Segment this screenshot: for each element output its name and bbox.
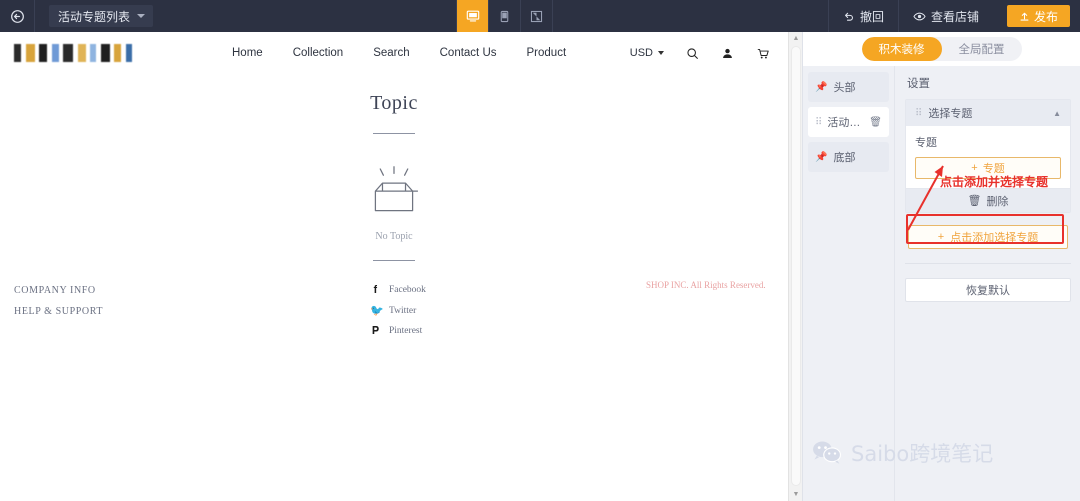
field-label-topic: 专题	[915, 137, 937, 149]
social-label: Twitter	[389, 305, 417, 316]
module-item-header[interactable]: 📌 头部	[808, 72, 889, 102]
upload-icon	[1020, 12, 1029, 21]
nav-item-collection[interactable]: Collection	[293, 47, 344, 59]
scrollbar-thumb[interactable]	[791, 46, 801, 486]
shop-logo[interactable]	[14, 44, 132, 62]
drag-handle-icon[interactable]: ⠿	[915, 108, 922, 119]
twitter-icon: 🐦	[370, 304, 384, 317]
divider	[905, 263, 1071, 264]
mobile-view-icon[interactable]	[489, 0, 520, 32]
undo-icon	[844, 12, 853, 21]
module-label: 头部	[833, 82, 856, 94]
card-header-label: 选择专题	[928, 108, 973, 120]
editor-panel: 积木装修 全局配置 📌 头部 ⠿ 活动专... 🗑 📌 底部	[802, 32, 1080, 501]
publish-button[interactable]: 发布	[1006, 5, 1070, 27]
eye-icon	[913, 12, 926, 20]
add-topic-outer-wrap: + 点击添加选择专题	[905, 222, 1071, 252]
toolbar-actions: 撤回 查看店铺 发布	[827, 0, 1080, 32]
cart-icon[interactable]	[756, 47, 770, 60]
module-list: 📌 头部 ⠿ 活动专... 🗑 📌 底部	[803, 66, 895, 501]
social-label: Facebook	[389, 285, 426, 295]
pin-icon: 📌	[815, 151, 828, 163]
nav-item-search[interactable]: Search	[373, 47, 409, 59]
delete-module-button[interactable]: 🗑 删除	[906, 188, 1070, 212]
delete-icon[interactable]: 🗑	[869, 117, 882, 128]
tab-builder[interactable]: 积木装修	[861, 37, 942, 61]
plus-icon: +	[937, 231, 945, 243]
divider	[373, 260, 415, 261]
top-toolbar: 活动专题列表 撤回 查看店铺 发布	[0, 0, 1080, 32]
device-switcher	[456, 0, 553, 32]
social-link-facebook[interactable]: 𝐟 Facebook	[370, 280, 426, 301]
module-label: 底部	[833, 152, 856, 164]
copyright-text: SHOP INC. All Rights Reserved.	[646, 280, 766, 290]
nav-item-home[interactable]: Home	[232, 47, 263, 59]
social-label: Pinterest	[389, 326, 423, 336]
add-topic-label: 专题	[982, 163, 1005, 175]
topic-settings-card: ⠿ 选择专题 ▲ 专题 + 专题 🗑 删除	[905, 99, 1071, 213]
chevron-up-icon[interactable]: ▲	[1053, 109, 1061, 118]
editor-root: 活动专题列表 撤回 查看店铺 发布 Home Collection Search…	[0, 0, 1080, 501]
trash-icon: 🗑	[967, 195, 982, 207]
pin-icon: 📌	[815, 81, 828, 93]
divider	[373, 133, 415, 134]
storefront-nav: Home Collection Search Contact Us Produc…	[0, 32, 788, 74]
pinterest-icon: 𝐏	[371, 325, 380, 337]
preview-scrollbar[interactable]: ▲ ▼	[788, 32, 802, 501]
settings-pane: 设置 ⠿ 选择专题 ▲ 专题 + 专题 �	[895, 66, 1080, 501]
module-label: 活动专...	[827, 117, 864, 129]
add-select-topic-label: 点击添加选择专题	[950, 232, 1039, 244]
restore-default-button[interactable]: 恢复默认	[905, 278, 1071, 302]
fullscreen-icon[interactable]	[521, 0, 552, 32]
footer-links: COMPANY INFO HELP & SUPPORT	[14, 280, 103, 322]
tab-global-config[interactable]: 全局配置	[942, 37, 1022, 61]
footer-link-company-info[interactable]: COMPANY INFO	[14, 280, 103, 301]
card-header[interactable]: ⠿ 选择专题 ▲	[906, 100, 1070, 126]
topic-section: Topic No Topic	[0, 74, 788, 261]
empty-box-icon	[374, 166, 418, 212]
toolbar-divider	[552, 0, 553, 32]
chevron-down-icon	[658, 51, 664, 55]
card-body: 专题 + 专题	[906, 126, 1070, 188]
social-link-pinterest[interactable]: 𝐏 Pinterest	[370, 321, 426, 342]
currency-selector[interactable]: USD	[630, 47, 664, 59]
delete-module-label: 删除	[986, 195, 1009, 208]
back-arrow-icon[interactable]	[0, 0, 34, 32]
nav-item-contact-us[interactable]: Contact Us	[440, 47, 497, 59]
footer-link-help-support[interactable]: HELP & SUPPORT	[14, 301, 103, 322]
panel-tabs: 积木装修 全局配置	[803, 32, 1080, 66]
social-link-twitter[interactable]: 🐦 Twitter	[370, 301, 426, 322]
page-title: Topic	[370, 92, 418, 114]
drag-handle-icon[interactable]: ⠿	[815, 117, 822, 128]
settings-title: 设置	[907, 78, 930, 90]
chevron-down-icon	[137, 14, 146, 18]
preview-store-button[interactable]: 查看店铺	[897, 0, 993, 32]
desktop-view-icon[interactable]	[457, 0, 488, 32]
page-selector[interactable]: 活动专题列表	[49, 5, 154, 27]
undo-label: 撤回	[859, 9, 884, 24]
plus-icon: +	[971, 162, 978, 174]
storefront-tools: USD	[630, 32, 770, 74]
add-select-topic-button[interactable]: + 点击添加选择专题	[908, 225, 1068, 249]
scroll-down-arrow-icon[interactable]: ▼	[789, 488, 803, 501]
toolbar-divider	[34, 0, 35, 32]
module-item-footer[interactable]: 📌 底部	[808, 142, 889, 172]
account-icon[interactable]	[721, 47, 734, 60]
add-topic-button[interactable]: + 专题	[915, 157, 1061, 179]
store-preview: Home Collection Search Contact Us Produc…	[0, 32, 788, 501]
nav-item-product[interactable]: Product	[527, 47, 567, 59]
page-selector-label: 活动专题列表	[58, 9, 131, 24]
footer-social-links: 𝐟 Facebook 🐦 Twitter 𝐏 Pinterest	[370, 280, 426, 342]
scroll-up-arrow-icon[interactable]: ▲	[789, 32, 803, 45]
search-icon[interactable]	[686, 47, 699, 60]
module-item-topic[interactable]: ⠿ 活动专... 🗑	[808, 107, 889, 137]
currency-label: USD	[629, 47, 653, 59]
storefront-menu: Home Collection Search Contact Us Produc…	[232, 32, 566, 74]
undo-button[interactable]: 撤回	[827, 0, 898, 32]
empty-state-label: No Topic	[375, 231, 413, 242]
facebook-icon: 𝐟	[373, 284, 378, 296]
panel-body: 📌 头部 ⠿ 活动专... 🗑 📌 底部 设置 ⠿	[803, 66, 1080, 501]
preview-store-label: 查看店铺	[930, 9, 979, 24]
publish-label: 发布	[1033, 9, 1058, 24]
